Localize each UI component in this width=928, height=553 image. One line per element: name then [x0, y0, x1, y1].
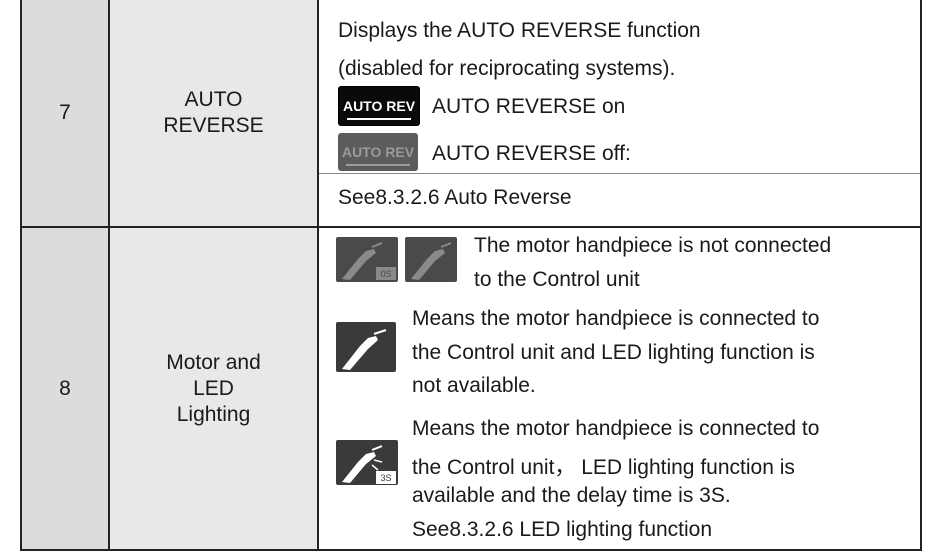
row-name-line: LED: [193, 376, 234, 400]
row-description: Displays the AUTO REVERSE function (disa…: [319, 0, 920, 226]
row-name-line: Lighting: [176, 402, 251, 426]
auto-reverse-off-text: AUTO REVERSE off:: [432, 142, 631, 165]
description-line: The motor handpiece is not connected: [474, 234, 832, 257]
see-also-link: See8.3.2.6 LED lighting function: [412, 518, 713, 541]
delay-badge: 3S: [380, 473, 391, 483]
reverse-arrow-icon: [347, 118, 411, 120]
table-row-auto-reverse: 7 AUTO REVERSE Displays the AUTO REVERSE…: [22, 0, 920, 228]
handpiece-connected-icon: [336, 322, 396, 372]
row-name-line: AUTO: [184, 88, 243, 111]
row-name: AUTO REVERSE: [110, 0, 319, 226]
handpiece-disconnected-os-icon: 0S: [336, 237, 398, 282]
description-line: available and the delay time is 3S.: [412, 484, 731, 507]
description-line: Means the motor handpiece is connected t…: [412, 417, 820, 440]
description-line: (disabled for reciprocating systems).: [338, 57, 676, 80]
auto-reverse-icon-label: AUTO REV: [341, 144, 415, 160]
divider: [319, 173, 920, 174]
auto-reverse-icon-label: AUTO REV: [342, 98, 416, 114]
reverse-arrow-icon: [346, 164, 410, 166]
description-line: the Control unit and LED lighting functi…: [412, 341, 815, 364]
description-line: the Control unit， LED lighting function …: [412, 456, 795, 479]
handpiece-disconnected-icon: [405, 237, 457, 282]
description-line: to the Control unit: [474, 268, 640, 291]
spec-table: 7 AUTO REVERSE Displays the AUTO REVERSE…: [20, 0, 922, 551]
row-number: 8: [22, 228, 110, 549]
auto-reverse-on-icon: AUTO REV: [338, 86, 420, 126]
row-name: Motor and LED Lighting: [110, 228, 319, 549]
row-name-line: Motor and: [166, 350, 261, 374]
os-badge: 0S: [380, 269, 391, 279]
description-line: not available.: [412, 374, 536, 397]
table-row-motor-led: 8 Motor and LED Lighting 0S The motor ha…: [22, 228, 920, 549]
row-description: 0S The motor handpiece is not connected …: [319, 228, 920, 549]
description-line: Means the motor handpiece is connected t…: [412, 307, 820, 330]
see-also-link: See8.3.2.6 Auto Reverse: [338, 186, 572, 209]
description-line: Displays the AUTO REVERSE function: [338, 19, 701, 42]
auto-reverse-off-icon: AUTO REV: [338, 133, 418, 171]
row-name-line: REVERSE: [163, 114, 264, 137]
auto-reverse-on-text: AUTO REVERSE on: [432, 95, 626, 118]
row-number: 7: [22, 0, 110, 226]
handpiece-led-3s-icon: 3S: [336, 440, 398, 485]
